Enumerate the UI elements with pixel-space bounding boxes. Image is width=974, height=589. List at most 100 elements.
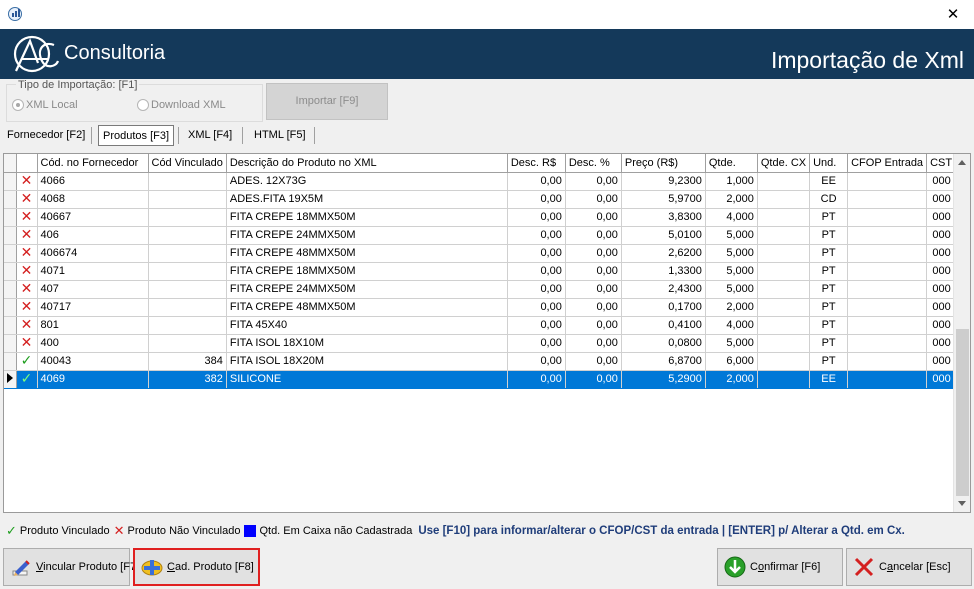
cell-qtde[interactable]: 4,000 <box>705 208 758 227</box>
header-cod-vinculado[interactable]: Cód Vinculado <box>148 154 227 173</box>
close-window-button[interactable]: ✕ <box>942 4 964 24</box>
radio-download-xml[interactable]: Download XML <box>137 99 226 111</box>
cell-desc-rs[interactable]: 0,00 <box>507 334 566 353</box>
tab-html[interactable]: HTML [F5] <box>250 125 310 146</box>
cell-desc-rs[interactable]: 0,00 <box>507 280 566 299</box>
table-row[interactable]: ✓ 40043 384 FITA ISOL 18X20M 0,00 0,00 6,8700 6… <box>4 352 958 371</box>
header-desc-rs[interactable]: Desc. R$ <box>507 154 566 173</box>
scroll-thumb[interactable] <box>956 329 969 496</box>
header-cod-fornecedor[interactable]: Cód. no Fornecedor <box>37 154 149 173</box>
cell-desc-rs[interactable]: 0,00 <box>507 352 566 371</box>
cell-desc-rs[interactable]: 0,00 <box>507 244 566 263</box>
table-row[interactable]: ✕ 801 FITA 45X40 0,00 0,00 0,4100 4,000 PT 000 <box>4 316 958 335</box>
radio-xml-local[interactable]: XML Local <box>12 99 78 111</box>
cell-desc-pct[interactable]: 0,00 <box>565 226 622 245</box>
cell-cod-vinculado[interactable]: 384 <box>148 352 227 371</box>
tab-fornecedor[interactable]: Fornecedor [F2] <box>3 125 89 146</box>
cell-desc-pct[interactable]: 0,00 <box>565 298 622 317</box>
cell-qtde-cx[interactable] <box>757 298 811 317</box>
cell-desc-pct[interactable]: 0,00 <box>565 190 622 209</box>
cell-cfop[interactable] <box>847 226 928 245</box>
cell-cfop[interactable] <box>847 334 928 353</box>
cell-qtde[interactable]: 4,000 <box>705 316 758 335</box>
cell-cod-fornecedor[interactable]: 406 <box>37 226 149 245</box>
cell-descricao[interactable]: ADES.FITA 19X5M <box>226 190 508 209</box>
cell-qtde[interactable]: 5,000 <box>705 244 758 263</box>
cell-desc-rs[interactable]: 0,00 <box>507 190 566 209</box>
cell-descricao[interactable]: FITA CREPE 48MMX50M <box>226 244 508 263</box>
cell-desc-pct[interactable]: 0,00 <box>565 208 622 227</box>
table-row[interactable]: ✕ 4066 ADES. 12X73G 0,00 0,00 9,2300 1,000 EE 00… <box>4 172 958 191</box>
cell-descricao[interactable]: FITA CREPE 24MMX50M <box>226 280 508 299</box>
cell-desc-rs[interactable]: 0,00 <box>507 316 566 335</box>
cell-und[interactable]: PT <box>809 280 849 299</box>
cell-cod-fornecedor[interactable]: 4071 <box>37 262 149 281</box>
cell-qtde-cx[interactable] <box>757 244 811 263</box>
table-row[interactable]: ✕ 407 FITA CREPE 24MMX50M 0,00 0,00 2,4300 5,0… <box>4 280 958 299</box>
cell-cfop[interactable] <box>847 244 928 263</box>
cell-descricao[interactable]: FITA CREPE 18MMX50M <box>226 208 508 227</box>
cell-qtde-cx[interactable] <box>757 226 811 245</box>
cell-cod-vinculado[interactable] <box>148 280 227 299</box>
cell-desc-pct[interactable]: 0,00 <box>565 244 622 263</box>
header-und[interactable]: Und. <box>809 154 849 173</box>
cell-cod-fornecedor[interactable]: 40043 <box>37 352 149 371</box>
cell-desc-pct[interactable]: 0,00 <box>565 352 622 371</box>
cell-und[interactable]: PT <box>809 226 849 245</box>
cell-qtde[interactable]: 5,000 <box>705 262 758 281</box>
cell-desc-pct[interactable]: 0,00 <box>565 262 622 281</box>
cell-descricao[interactable]: FITA 45X40 <box>226 316 508 335</box>
header-cfop[interactable]: CFOP Entrada <box>847 154 928 173</box>
cell-cfop[interactable] <box>847 370 928 389</box>
cell-cod-vinculado[interactable] <box>148 316 227 335</box>
cell-desc-rs[interactable]: 0,00 <box>507 226 566 245</box>
cell-desc-rs[interactable]: 0,00 <box>507 262 566 281</box>
cell-qtde[interactable]: 2,000 <box>705 298 758 317</box>
cell-cfop[interactable] <box>847 172 928 191</box>
cell-qtde-cx[interactable] <box>757 280 811 299</box>
cell-qtde-cx[interactable] <box>757 190 811 209</box>
cell-cod-fornecedor[interactable]: 4066 <box>37 172 149 191</box>
cell-preco[interactable]: 2,6200 <box>621 244 706 263</box>
cell-qtde[interactable]: 2,000 <box>705 190 758 209</box>
table-row[interactable]: ✕ 4068 ADES.FITA 19X5M 0,00 0,00 5,9700 2,000 C… <box>4 190 958 209</box>
cell-und[interactable]: PT <box>809 352 849 371</box>
table-row[interactable]: ✕ 400 FITA ISOL 18X10M 0,00 0,00 0,0800 5,000 P… <box>4 334 958 353</box>
cell-cod-vinculado[interactable] <box>148 244 227 263</box>
cell-qtde[interactable]: 6,000 <box>705 352 758 371</box>
vertical-scrollbar[interactable] <box>953 154 970 512</box>
cell-cod-fornecedor[interactable]: 40667 <box>37 208 149 227</box>
table-row[interactable]: ✓ 4069 382 SILICONE 0,00 0,00 5,2900 2,000 EE 000 <box>4 370 958 389</box>
scroll-down-arrow-icon[interactable] <box>958 501 966 506</box>
cell-qtde-cx[interactable] <box>757 352 811 371</box>
cell-descricao[interactable]: SILICONE <box>226 370 508 389</box>
cell-descricao[interactable]: FITA CREPE 18MMX50M <box>226 262 508 281</box>
cell-und[interactable]: PT <box>809 208 849 227</box>
cell-cod-vinculado[interactable] <box>148 226 227 245</box>
cell-qtde-cx[interactable] <box>757 334 811 353</box>
cell-und[interactable]: PT <box>809 244 849 263</box>
table-row[interactable]: ✕ 40717 FITA CREPE 48MMX50M 0,00 0,00 0,1700 2… <box>4 298 958 317</box>
cell-preco[interactable]: 0,1700 <box>621 298 706 317</box>
cell-descricao[interactable]: FITA CREPE 24MMX50M <box>226 226 508 245</box>
cell-cod-fornecedor[interactable]: 40717 <box>37 298 149 317</box>
header-descricao[interactable]: Descrição do Produto no XML <box>226 154 508 173</box>
cell-cod-vinculado[interactable]: 382 <box>148 370 227 389</box>
cell-preco[interactable]: 6,8700 <box>621 352 706 371</box>
table-row[interactable]: ✕ 406 FITA CREPE 24MMX50M 0,00 0,00 5,0100 5,0… <box>4 226 958 245</box>
cell-cod-vinculado[interactable] <box>148 172 227 191</box>
cell-preco[interactable]: 5,0100 <box>621 226 706 245</box>
cell-qtde-cx[interactable] <box>757 370 811 389</box>
cell-und[interactable]: CD <box>809 190 849 209</box>
header-desc-pct[interactable]: Desc. % <box>565 154 622 173</box>
cell-cfop[interactable] <box>847 262 928 281</box>
cell-cfop[interactable] <box>847 352 928 371</box>
header-preco[interactable]: Preço (R$) <box>621 154 706 173</box>
cell-desc-rs[interactable]: 0,00 <box>507 298 566 317</box>
import-button[interactable]: Importar [F9] <box>266 83 388 120</box>
cell-und[interactable]: EE <box>809 172 849 191</box>
cell-qtde-cx[interactable] <box>757 262 811 281</box>
header-qtde[interactable]: Qtde. <box>705 154 758 173</box>
cell-cod-fornecedor[interactable]: 407 <box>37 280 149 299</box>
cell-cod-vinculado[interactable] <box>148 334 227 353</box>
